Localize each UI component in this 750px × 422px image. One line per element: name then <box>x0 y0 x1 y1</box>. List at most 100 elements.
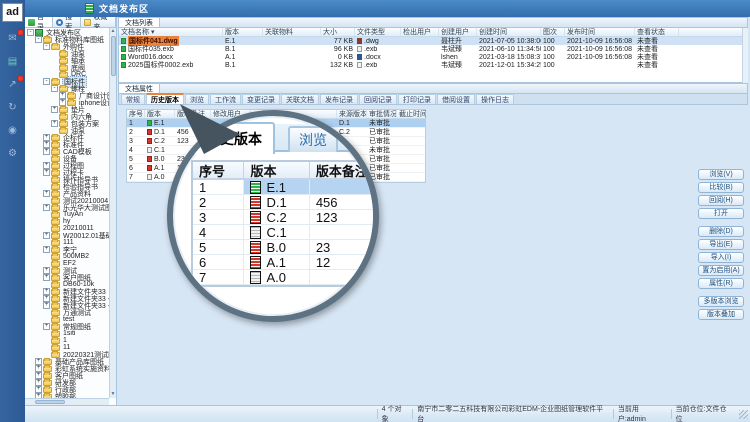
column-header[interactable]: 序号 <box>127 110 145 118</box>
chat-icon[interactable]: ✉ <box>5 32 20 45</box>
expand-icon[interactable]: + <box>43 141 50 148</box>
collapse-icon[interactable]: - <box>43 78 50 85</box>
expand-icon[interactable]: + <box>59 92 66 99</box>
column-header[interactable]: 查看状态 <box>635 28 679 36</box>
tree-item[interactable]: +乐光华大测试图纸 <box>25 204 109 211</box>
column-header[interactable]: 版本 <box>145 110 175 118</box>
tree-horizontal-scrollbar[interactable] <box>25 398 109 405</box>
expand-icon[interactable]: + <box>43 204 50 211</box>
action-button-版本叠加[interactable]: 版本叠加 <box>698 309 744 320</box>
expand-icon[interactable]: + <box>43 162 50 169</box>
tab-回阅记录[interactable]: 回阅记录 <box>359 94 397 104</box>
expand-icon[interactable]: + <box>43 232 50 239</box>
column-header[interactable]: 创建时间 <box>477 28 541 36</box>
tab-打印记录[interactable]: 打印记录 <box>398 94 436 104</box>
tree-item[interactable]: +李宁 <box>25 246 109 253</box>
panel-tab-search[interactable]: 搜索 <box>53 17 81 27</box>
action-button-比较[interactable]: 比较(B) <box>698 182 744 193</box>
users-icon[interactable]: ◉ <box>5 124 20 137</box>
panel-tab-directory[interactable]: 目录 <box>25 17 53 27</box>
tab-document-list[interactable]: 文档列表 <box>119 18 160 27</box>
list-vertical-scrollbar[interactable] <box>742 28 748 83</box>
column-header[interactable]: 审批情况 <box>367 110 397 118</box>
scroll-down-icon[interactable]: ▼ <box>111 391 116 397</box>
expand-icon[interactable]: + <box>51 106 58 113</box>
action-button-置为启用[interactable]: 置为启用(A) <box>698 265 744 276</box>
column-header[interactable]: 图次 <box>541 28 565 36</box>
expand-icon[interactable]: + <box>51 120 58 127</box>
tab-历史版本[interactable]: 历史版本 <box>146 93 184 104</box>
tree-item[interactable]: 轴承 <box>25 57 109 64</box>
expand-icon[interactable]: + <box>43 295 50 302</box>
action-button-删除[interactable]: 删除(D) <box>698 226 744 237</box>
expand-icon[interactable]: + <box>43 134 50 141</box>
tab-变更记录[interactable]: 变更记录 <box>242 94 280 104</box>
collapse-icon[interactable]: - <box>51 85 58 92</box>
action-button-属性[interactable]: 属性(R) <box>698 278 744 289</box>
tab-常规[interactable]: 常规 <box>121 94 145 104</box>
panel-tab-favorites[interactable]: 收藏夹 <box>81 17 116 27</box>
collapse-icon[interactable]: - <box>43 43 50 50</box>
column-header[interactable]: 创建用户 <box>439 28 477 36</box>
action-button-导入[interactable]: 导入(I) <box>698 252 744 263</box>
action-button-回阅[interactable]: 回阅(H) <box>698 195 744 206</box>
tree-item[interactable]: +包装方案 <box>25 120 109 127</box>
expand-icon[interactable]: + <box>43 288 50 295</box>
expand-icon[interactable]: + <box>43 267 50 274</box>
expand-icon[interactable]: + <box>43 246 50 253</box>
tree-item[interactable]: 500MB2 <box>25 253 109 260</box>
sync-icon[interactable]: ↻ <box>5 101 20 114</box>
expand-icon[interactable]: + <box>35 372 42 379</box>
expand-icon[interactable]: + <box>35 358 42 365</box>
tree-item[interactable]: +常规图纸 <box>25 323 109 330</box>
expand-icon[interactable]: + <box>43 169 50 176</box>
gear-icon[interactable]: ⚙ <box>5 147 20 160</box>
tree-item[interactable]: +W20012.01基础 <box>25 232 109 239</box>
tab-document-properties[interactable]: 文档属性 <box>119 84 160 93</box>
column-header[interactable]: 大小 <box>321 28 355 36</box>
action-button-多版本浏览[interactable]: 多版本浏览 <box>698 296 744 307</box>
tree-item[interactable]: 1siti <box>25 330 109 337</box>
column-header[interactable]: 截止时间 <box>397 110 427 118</box>
tab-操作日志[interactable]: 操作日志 <box>476 94 514 104</box>
tree-item[interactable]: +客户图纸 <box>25 274 109 281</box>
expand-icon[interactable]: + <box>35 379 42 386</box>
column-header[interactable]: 文件类型 <box>355 28 401 36</box>
collapse-icon[interactable]: - <box>27 29 34 36</box>
table-row[interactable]: 2025国标件0002.exbB.1132 KB.exb韦斌臻2021-12-0… <box>119 61 747 69</box>
tab-发布记录[interactable]: 发布记录 <box>320 94 358 104</box>
expand-icon[interactable]: + <box>43 274 50 281</box>
tab-浏览[interactable]: 浏览 <box>185 94 209 104</box>
tab-借阅设置[interactable]: 借阅设置 <box>437 94 475 104</box>
action-button-打开[interactable]: 打开 <box>698 208 744 219</box>
expand-icon[interactable]: + <box>43 148 50 155</box>
column-header[interactable]: 发布时间 <box>565 28 635 36</box>
chart-icon[interactable]: ↗ <box>5 78 20 91</box>
column-header[interactable]: 关联物料 <box>263 28 321 36</box>
tree-item[interactable]: +iphone设计模板 <box>25 99 109 106</box>
tree-item[interactable]: 油泵 <box>25 50 109 57</box>
expand-icon[interactable]: + <box>43 302 50 309</box>
tab-关联文档[interactable]: 关联文档 <box>281 94 319 104</box>
expand-icon[interactable]: + <box>43 190 50 197</box>
column-header[interactable]: 来源版本 <box>337 110 367 118</box>
collapse-icon[interactable]: - <box>35 36 42 43</box>
tree-item[interactable]: DRC <box>25 71 109 78</box>
scrollbar-thumb[interactable] <box>35 400 65 404</box>
expand-icon[interactable]: + <box>35 386 42 393</box>
action-button-浏览[interactable]: 浏览(V) <box>698 169 744 180</box>
tab-工作流[interactable]: 工作流 <box>210 94 241 104</box>
tree-item[interactable]: 底阀 <box>25 64 109 71</box>
tree-vertical-scrollbar[interactable]: ▲ ▼ <box>109 28 116 398</box>
tree-item[interactable]: -国标件 <box>25 78 109 85</box>
column-header[interactable]: 文档名称▾ <box>119 28 223 36</box>
action-button-导出[interactable]: 导出(E) <box>698 239 744 250</box>
expand-icon[interactable]: + <box>35 365 42 372</box>
tree-item[interactable]: 1 <box>25 337 109 344</box>
scroll-up-icon[interactable]: ▲ <box>111 28 116 34</box>
column-header[interactable]: 版本 <box>223 28 263 36</box>
scrollbar-thumb[interactable] <box>111 36 116 76</box>
expand-icon[interactable]: + <box>43 323 50 330</box>
resize-grip-icon[interactable] <box>739 410 748 419</box>
column-header[interactable]: 检出用户 <box>401 28 439 36</box>
